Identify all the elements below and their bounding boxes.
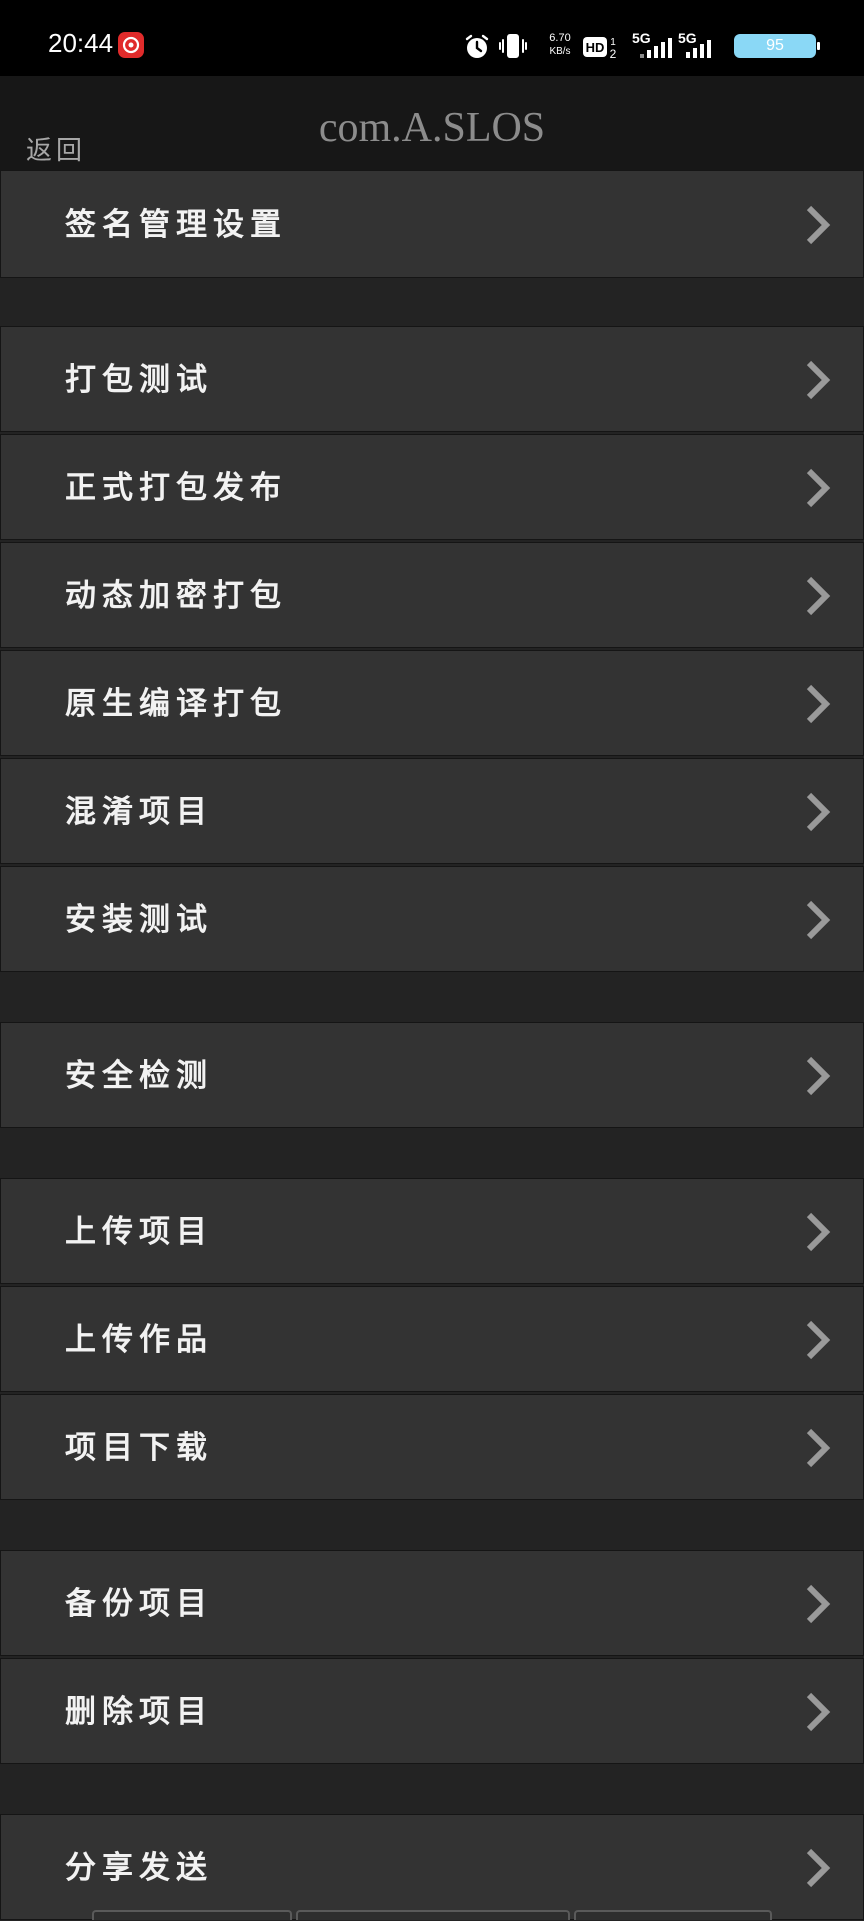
chevron-right-icon [806,792,831,832]
menu-item-obfuscate[interactable]: 混淆项目 [0,758,864,864]
menu-item-label: 打包测试 [65,362,213,398]
menu-item-label: 原生编译打包 [65,686,287,722]
menu-item-upload-work[interactable]: 上传作品 [0,1286,864,1392]
chevron-right-icon [806,205,831,245]
menu-item-share-send[interactable]: 分享发送 [0,1814,864,1920]
menu-item-security-check[interactable]: 安全检测 [0,1022,864,1128]
signal-icon: 5G [632,30,676,60]
menu-item-label: 备份项目 [65,1586,213,1622]
menu-item-delete-project[interactable]: 删除项目 [0,1658,864,1764]
net-speed: 6.70 KB/s [540,32,580,58]
menu-item-label: 安全检测 [65,1058,213,1094]
menu-item-label: 上传作品 [65,1322,213,1358]
status-bar: 20:44 6.70 KB/s HD 1 2 5G 5G 95 [0,0,864,76]
menu-item-native-compile[interactable]: 原生编译打包 [0,650,864,756]
menu-item-signature-settings[interactable]: 签名管理设置 [0,170,864,278]
menu-item-label: 分享发送 [65,1850,213,1886]
chevron-right-icon [806,1692,831,1732]
net-speed-unit: KB/s [549,46,571,57]
status-time: 20:44 [48,28,114,58]
svg-text:2: 2 [610,47,617,60]
page-title: com.A.SLOS [318,105,546,151]
chevron-right-icon [806,900,831,940]
chevron-right-icon [806,684,831,724]
battery-icon: 95 [734,34,820,58]
netease-music-icon [118,32,144,58]
menu-item-encrypted-package[interactable]: 动态加密打包 [0,542,864,648]
menu-item-label: 签名管理设置 [65,207,287,243]
menu-item-install-test[interactable]: 安装测试 [0,866,864,972]
menu-item-label: 正式打包发布 [65,470,287,506]
menu-item-upload-project[interactable]: 上传项目 [0,1178,864,1284]
chevron-right-icon [806,468,831,508]
chevron-right-icon [806,1320,831,1360]
battery-cap [817,42,820,50]
chevron-right-icon [806,1056,831,1096]
menu-item-download-project[interactable]: 项目下载 [0,1394,864,1500]
bottom-tab[interactable] [574,1910,772,1920]
menu-item-label: 安装测试 [65,902,213,938]
menu-item-test-package[interactable]: 打包测试 [0,326,864,432]
status-icons: 6.70 KB/s HD 1 2 5G 5G 95 [256,30,820,62]
bottom-tab[interactable] [92,1910,292,1920]
menu-item-label: 删除项目 [65,1694,213,1730]
bottom-tab-strip [92,1910,772,1920]
chevron-right-icon [806,576,831,616]
chevron-right-icon [806,1212,831,1252]
menu-item-label: 项目下载 [65,1430,213,1466]
chevron-right-icon [806,1848,831,1888]
net-speed-value: 6.70 [549,32,571,44]
vibrate-icon [498,32,528,60]
chevron-right-icon [806,360,831,400]
alarm-icon [464,34,490,60]
menu-item-backup-project[interactable]: 备份项目 [0,1550,864,1656]
menu-item-label: 动态加密打包 [65,578,287,614]
bottom-tab[interactable] [296,1910,570,1920]
chevron-right-icon [806,1584,831,1624]
menu-item-label: 混淆项目 [65,794,213,830]
signal-icon: 5G [678,30,722,60]
battery-level: 95 [766,37,784,54]
menu-item-label: 上传项目 [65,1214,213,1250]
hd-icon: HD 1 2 [582,34,620,61]
svg-text:HD: HD [586,40,605,55]
chevron-right-icon [806,1428,831,1468]
menu-item-release-package[interactable]: 正式打包发布 [0,434,864,540]
